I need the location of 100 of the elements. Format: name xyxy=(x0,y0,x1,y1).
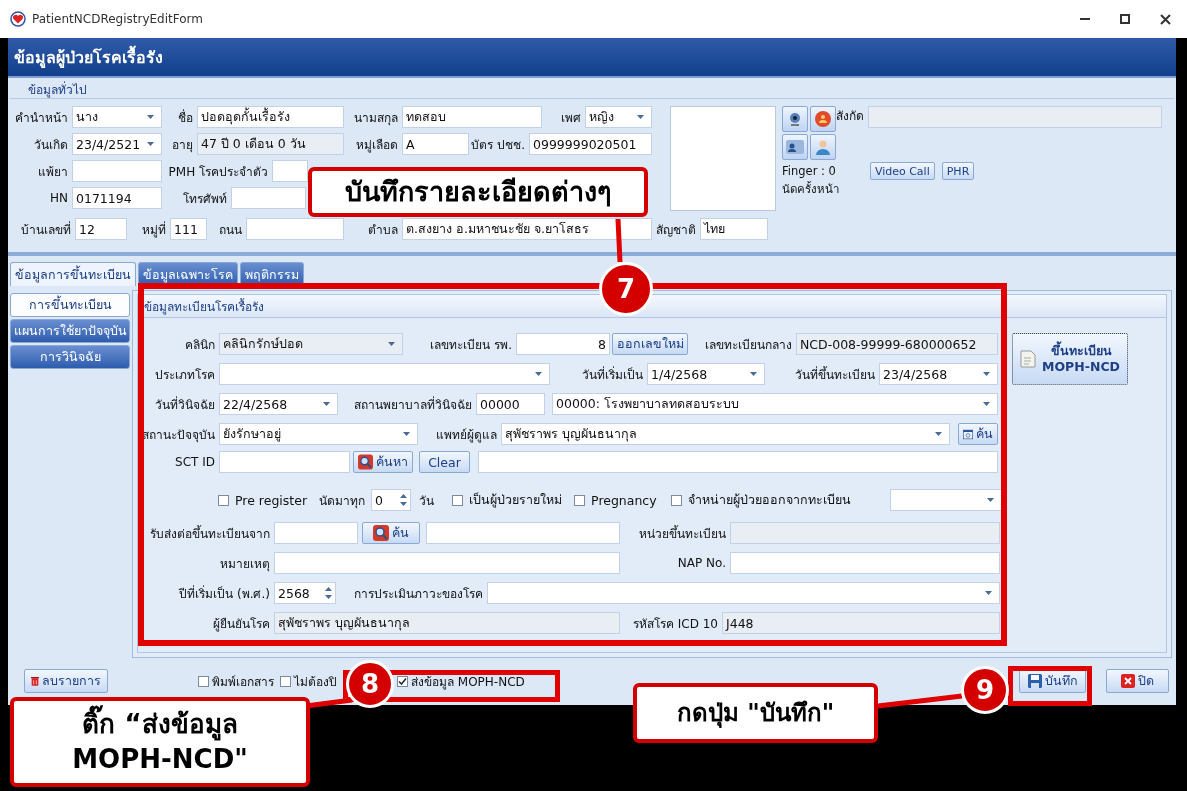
spin-field[interactable]: 2568 xyxy=(274,582,336,604)
action-button[interactable]: PHR xyxy=(941,162,975,180)
text-field[interactable]: ปอดอุดกั้นเรื้อรัง xyxy=(197,106,344,128)
field-label: สังกัด xyxy=(836,108,865,125)
text-field[interactable]: 00000 xyxy=(476,393,545,415)
text-field[interactable] xyxy=(272,160,308,182)
read-only-field[interactable]: NCD-008-99999-680000652 xyxy=(796,333,998,355)
checkbox[interactable]: Pre register xyxy=(218,492,308,508)
field-label: ประเภทโรค xyxy=(154,366,216,384)
webcam-button[interactable] xyxy=(782,106,808,132)
document-icon xyxy=(1020,350,1036,368)
action-button[interactable]: Video Call xyxy=(869,162,935,180)
dropdown-field[interactable] xyxy=(890,489,1002,511)
id-card-button[interactable] xyxy=(782,134,808,160)
text-field[interactable]: A xyxy=(402,133,469,155)
read-only-field[interactable] xyxy=(868,106,1162,128)
spin-field[interactable]: 0 xyxy=(371,489,412,511)
dropdown-field[interactable] xyxy=(219,363,550,385)
dropdown-field[interactable]: นาง xyxy=(72,106,162,128)
field-label: NAP No. xyxy=(676,556,727,570)
callout-note: กดปุ่ม "บันทึก" xyxy=(633,683,878,743)
lookup-button[interactable]: ค้น xyxy=(958,423,998,445)
field-label: ถนน xyxy=(218,221,243,239)
dropdown-field[interactable]: หญิง xyxy=(585,106,652,128)
maximize-icon[interactable] xyxy=(1120,14,1130,24)
search-button[interactable]: ค้น xyxy=(362,522,420,544)
text-field[interactable] xyxy=(274,522,358,544)
checkbox[interactable]: พิมพ์เอกสาร xyxy=(198,671,274,691)
tab[interactable]: พฤติกรรม xyxy=(240,262,304,286)
text-field[interactable]: ไทย xyxy=(700,218,768,240)
user-icon xyxy=(815,139,831,155)
text-field[interactable] xyxy=(426,522,620,544)
dropdown-field[interactable]: 00000: โรงพยาบาลทดสอบระบบ xyxy=(552,393,998,415)
text-field[interactable]: ต.สงยาง อ.มหาชนะชัย จ.ยาโสธร xyxy=(402,218,652,240)
search-button[interactable]: ค้นหา xyxy=(353,451,413,473)
field-label: PMH โรคประจำตัว xyxy=(167,163,269,181)
id-card-icon xyxy=(786,140,804,154)
user-button[interactable] xyxy=(810,134,836,160)
caret-icon xyxy=(935,432,942,436)
field-label: วันที่เริ่มเป็น xyxy=(581,365,644,384)
tab[interactable]: ข้อมูลเฉพาะโรค xyxy=(138,262,238,286)
save-button[interactable]: บันทึก xyxy=(1019,669,1086,693)
text-field[interactable] xyxy=(730,552,1000,574)
action-button[interactable]: Clear xyxy=(419,451,470,473)
dropdown-field[interactable]: 22/4/2568 xyxy=(219,393,338,415)
checkbox[interactable]: Pregnancy xyxy=(574,492,657,508)
text-field[interactable] xyxy=(274,552,620,574)
section-title: ข้อมูลทั่วไป xyxy=(10,80,1174,99)
person-button[interactable] xyxy=(810,106,836,132)
text-field[interactable]: ทดสอบ xyxy=(402,106,542,128)
text-field[interactable]: 12 xyxy=(75,218,127,240)
text-field[interactable]: 111 xyxy=(170,218,207,240)
caret-icon xyxy=(750,372,757,376)
dropdown-field[interactable] xyxy=(487,582,1000,604)
action-button[interactable]: ออกเลขใหม่ xyxy=(612,333,688,355)
caret-icon xyxy=(147,115,154,119)
text-field[interactable] xyxy=(72,160,162,182)
field-label: รับส่งต่อขึ้นทะเบียนจาก xyxy=(149,524,271,543)
nav-item[interactable]: การวินิจฉัย xyxy=(10,345,130,369)
text-field[interactable]: 0171194 xyxy=(72,187,162,209)
text-field[interactable]: 8 xyxy=(516,333,610,355)
nav-item[interactable]: การขึ้นทะเบียน xyxy=(10,293,130,317)
text-field[interactable] xyxy=(478,451,998,473)
text-field[interactable] xyxy=(246,218,344,240)
spinner-icon xyxy=(400,494,408,506)
text-field[interactable]: 0999999020501 xyxy=(529,133,652,155)
read-only-field[interactable] xyxy=(730,522,1000,544)
caret-icon xyxy=(323,402,330,406)
checkbox[interactable]: เป็นผู้ป่วยรายใหม่ xyxy=(452,490,563,510)
field-label: อายุ xyxy=(171,136,194,154)
read-only-field[interactable]: 47 ปี 0 เดือน 0 วัน xyxy=(197,133,344,155)
field-label: การประเมินภาวะของโรค xyxy=(353,585,484,603)
field-label: นามสกุล xyxy=(353,109,399,127)
caret-icon xyxy=(403,432,410,436)
tab[interactable]: ข้อมูลการขึ้นทะเบียน xyxy=(10,262,136,286)
field-label: ผู้ยืนยันโรค xyxy=(212,615,271,633)
dropdown-field[interactable]: ยังรักษาอยู่ xyxy=(219,423,418,445)
callout-note: ติ๊ก “ส่งข้อมูล MOPH-NCD" xyxy=(10,697,310,787)
close-button[interactable]: ปิด xyxy=(1106,669,1169,693)
field-label: บัตร ปชช. xyxy=(470,136,526,154)
checkbox[interactable]: จำหน่ายผู้ป่วยออกจากทะเบียน xyxy=(670,490,851,510)
search-icon xyxy=(373,525,389,541)
field-label: บ้านเลขที่ xyxy=(20,220,72,239)
read-only-field[interactable]: สุพัชราพร บุญผันธนากุล xyxy=(274,612,620,634)
dropdown-field[interactable]: คลินิกรักษ์ปอด xyxy=(219,333,403,355)
dropdown-field[interactable]: 1/4/2568 xyxy=(647,363,765,385)
nav-item[interactable]: แผนการใช้ยาปัจจุบัน xyxy=(10,319,130,343)
person-icon xyxy=(815,111,831,127)
text-field[interactable] xyxy=(219,451,350,473)
dropdown-field[interactable]: 23/4/2521 xyxy=(72,133,162,155)
checkbox[interactable]: ไม่ต้องปิ xyxy=(280,671,337,691)
register-button[interactable]: ขึ้นทะเบียน MOPH-NCD xyxy=(1012,333,1128,385)
spinner-icon xyxy=(325,587,332,599)
checkbox[interactable]: ส่งข้อมูล MOPH-NCD xyxy=(397,671,525,691)
delete-button[interactable]: ลบรายการ xyxy=(24,669,108,693)
dropdown-field[interactable]: สุพัชราพร บุญผันธนากุล xyxy=(501,423,950,445)
text-field[interactable] xyxy=(231,187,306,209)
dropdown-field[interactable]: 23/4/2568 xyxy=(879,363,998,385)
close-icon[interactable] xyxy=(1160,13,1171,25)
read-only-field[interactable]: J448 xyxy=(722,612,1000,634)
